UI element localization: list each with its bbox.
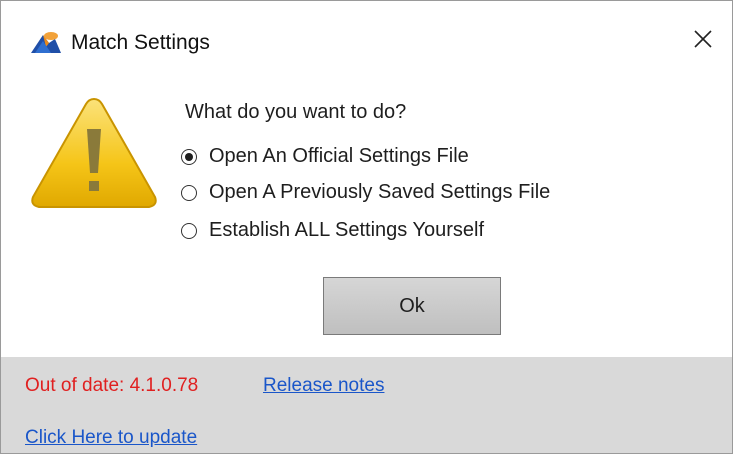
option-official-settings[interactable]: Open An Official Settings File [181,145,469,168]
version-status: Out of date: 4.1.0.78 [25,375,199,396]
update-link[interactable]: Click Here to update [25,427,197,449]
radio-button[interactable] [181,184,197,201]
radio-button[interactable] [181,222,197,239]
option-label: Open A Previously Saved Settings File [209,181,551,203]
question-label: What do you want to do? [185,101,407,123]
dialog-content: What do you want to do? Open An Official… [1,81,732,357]
ok-button[interactable]: Ok [323,277,501,335]
footer-bar: Out of date: 4.1.0.78 Release notes Clic… [1,357,732,453]
app-logo-icon [29,29,63,55]
window-title: Match Settings [71,31,210,54]
option-establish-settings[interactable]: Establish ALL Settings Yourself [181,219,484,242]
close-button[interactable] [674,11,732,71]
radio-button[interactable] [181,148,197,165]
close-icon [693,29,713,54]
title-bar: Match Settings [1,1,732,81]
option-label: Establish ALL Settings Yourself [209,219,484,241]
warning-icon [29,95,159,211]
match-settings-dialog: Match Settings What do you want to do? O… [0,0,733,454]
release-notes-link[interactable]: Release notes [263,375,384,397]
option-saved-settings[interactable]: Open A Previously Saved Settings File [181,181,550,204]
option-label: Open An Official Settings File [209,145,469,167]
